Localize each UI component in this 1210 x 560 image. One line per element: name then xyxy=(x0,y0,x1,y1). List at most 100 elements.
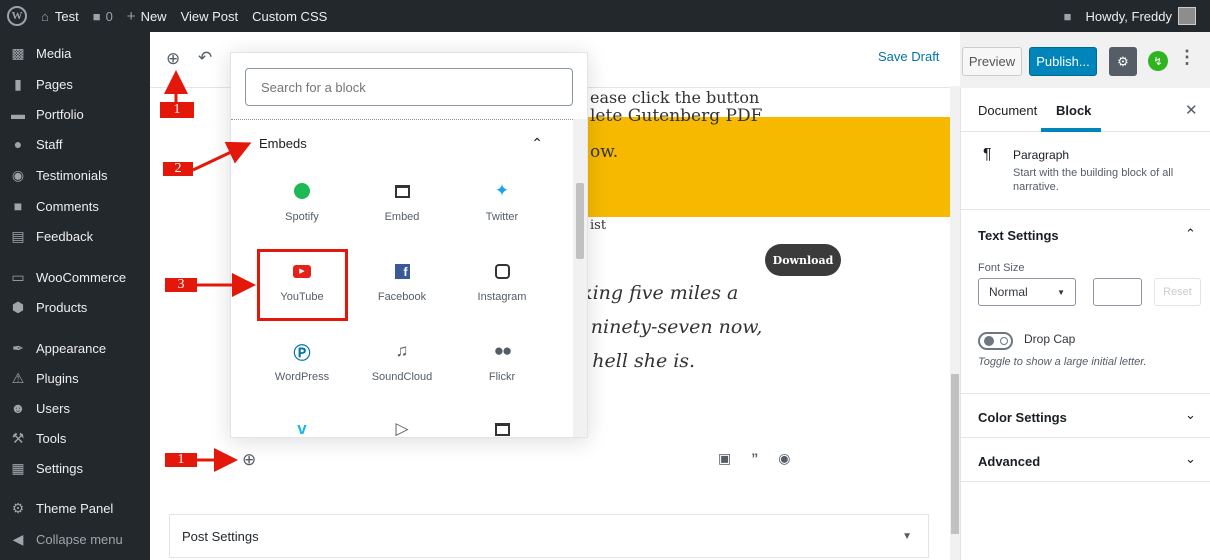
sidebar-item-label: Portfolio xyxy=(36,106,84,122)
sidebar-item-plugins[interactable]: ⚠ Plugins xyxy=(0,363,150,393)
block-soundcloud[interactable]: ♫ SoundCloud xyxy=(356,326,448,398)
comments-link[interactable]: ■ 0 xyxy=(86,0,120,32)
sidebar-item-products[interactable]: ⬢ Products xyxy=(0,292,150,322)
wp-logo-menu[interactable]: W xyxy=(0,0,34,32)
inserter-scroll-thumb[interactable] xyxy=(576,183,584,259)
notes-link[interactable]: ■ xyxy=(1057,0,1079,32)
site-name-link[interactable]: ⌂ Test xyxy=(34,0,86,32)
block-vimeo-partial[interactable]: v xyxy=(256,398,348,437)
quote-text: s ninety-seven now, xyxy=(575,316,763,338)
chevron-up-icon[interactable]: ⌃ xyxy=(1185,226,1196,242)
sidebar-item-label: Comments xyxy=(36,198,99,214)
block-video-partial[interactable]: ▷ xyxy=(356,398,448,437)
block-flickr[interactable]: ●● Flickr xyxy=(456,326,548,398)
paragraph-text: ease click the button xyxy=(590,88,760,107)
color-settings-section[interactable]: Color Settings ⌄ xyxy=(961,394,1210,438)
wordpress-icon: Ⓟ xyxy=(293,343,311,363)
spotify-icon xyxy=(294,181,310,201)
font-size-select[interactable]: Normal ▼ xyxy=(978,278,1076,306)
block-instagram[interactable]: Instagram xyxy=(456,246,548,318)
highlight-paragraph-block[interactable] xyxy=(570,117,957,217)
text-settings-toggle[interactable]: Text Settings xyxy=(978,228,1059,243)
flickr-icon: ●● xyxy=(493,341,512,360)
reset-button[interactable]: Reset xyxy=(1154,278,1201,306)
feedback-icon: ▤ xyxy=(11,227,25,244)
new-content-link[interactable]: + New xyxy=(120,0,174,32)
block-facebook[interactable]: f Facebook xyxy=(356,246,448,318)
save-draft-button[interactable]: Save Draft xyxy=(878,49,939,64)
comments-count: 0 xyxy=(105,8,113,24)
jetpack-icon[interactable]: ↯ xyxy=(1148,51,1168,71)
search-field-wrapper xyxy=(245,68,573,106)
sidebar-item-woocommerce[interactable]: ▭ WooCommerce xyxy=(0,262,150,292)
color-settings-label: Color Settings xyxy=(978,410,1067,425)
plus-icon: + xyxy=(126,7,136,25)
inserter-scrollbar[interactable] xyxy=(573,119,587,437)
sidebar-item-pages[interactable]: ▮ Pages xyxy=(0,69,150,99)
undo-icon[interactable]: ↶ xyxy=(198,48,212,68)
add-block-icon[interactable]: ⊕ xyxy=(166,49,180,69)
editor-scrollbar[interactable] xyxy=(950,86,960,560)
account-menu[interactable]: Howdy, Freddy xyxy=(1079,0,1210,32)
woocommerce-icon: ▭ xyxy=(11,268,25,285)
block-card: ¶ Paragraph Start with the building bloc… xyxy=(961,132,1210,210)
block-spotify[interactable]: Spotify xyxy=(256,166,348,238)
collapse-menu-button[interactable]: ◀ Collapse menu xyxy=(0,524,150,554)
sidebar-item-comments[interactable]: ■ Comments xyxy=(0,191,150,221)
block-twitter[interactable]: ✦ Twitter xyxy=(456,166,548,238)
editor-scroll-thumb[interactable] xyxy=(951,374,959,534)
block-embed-partial[interactable] xyxy=(456,398,548,437)
block-embed[interactable]: Embed xyxy=(356,166,448,238)
block-wordpress[interactable]: Ⓟ WordPress xyxy=(256,326,348,398)
sidebar-item-theme-panel[interactable]: ⚙ Theme Panel xyxy=(0,493,150,523)
youtube-highlight-box xyxy=(257,249,348,321)
add-block-inline-icon[interactable]: ⊕ xyxy=(242,450,256,470)
custom-css-link[interactable]: Custom CSS xyxy=(245,0,334,32)
settings-gear-icon[interactable]: ⚙ xyxy=(1109,47,1137,76)
sidebar-item-staff[interactable]: ● Staff xyxy=(0,129,150,159)
sidebar-item-label: Staff xyxy=(36,136,63,152)
sidebar-item-users[interactable]: ☻ Users xyxy=(0,393,150,423)
download-button[interactable]: Download xyxy=(765,244,841,276)
sidebar-item-feedback[interactable]: ▤ Feedback xyxy=(0,221,150,251)
sidebar-item-label: Media xyxy=(36,45,72,61)
chevron-down-icon: ⌄ xyxy=(1185,407,1196,422)
comments-icon: ■ xyxy=(13,198,23,214)
sidebar-item-settings[interactable]: ▦ Settings xyxy=(0,453,150,483)
plugins-icon: ⚠ xyxy=(11,369,25,386)
sidebar-item-label: Tools xyxy=(36,430,67,446)
step-3-callout: 3 xyxy=(165,277,197,292)
sidebar-item-appearance[interactable]: ✒ Appearance xyxy=(0,333,150,363)
block-search-input[interactable] xyxy=(246,69,572,105)
sidebar-item-portfolio[interactable]: ▬ Portfolio xyxy=(0,99,150,129)
block-label: Instagram xyxy=(477,291,527,303)
drop-cap-toggle[interactable] xyxy=(978,332,1013,350)
paragraph-icon: ¶ xyxy=(983,146,992,163)
sidebar-tabs: Document Block ✕ xyxy=(961,88,1210,132)
font-size-label: Font Size xyxy=(978,262,1025,274)
new-label: New xyxy=(140,8,167,24)
block-name: Paragraph xyxy=(1013,148,1070,162)
preview-button[interactable]: Preview xyxy=(962,47,1022,76)
sidebar-item-tools[interactable]: ⚒ Tools xyxy=(0,423,150,453)
sidebar-item-media[interactable]: ▩ Media xyxy=(0,38,150,68)
pages-icon: ▮ xyxy=(14,75,22,92)
post-settings-panel[interactable]: Post Settings ▼ xyxy=(169,514,929,558)
embeds-panel-toggle[interactable]: Embeds ⌃ xyxy=(231,120,571,166)
sidebar-item-testimonials[interactable]: ◉ Testimonials xyxy=(0,160,150,190)
tab-document[interactable]: Document xyxy=(978,103,1037,118)
sidebar-item-label: Testimonials xyxy=(36,167,108,183)
view-post-link[interactable]: View Post xyxy=(174,0,246,32)
advanced-section[interactable]: Advanced ⌄ xyxy=(961,438,1210,482)
quote-icon[interactable]: ” xyxy=(751,450,758,467)
spotify-embed-icon[interactable]: ◉ xyxy=(778,450,790,467)
publish-button[interactable]: Publish... xyxy=(1029,47,1097,76)
more-options-icon[interactable]: ⋮ xyxy=(1178,47,1196,68)
image-icon[interactable]: ▣ xyxy=(718,450,731,467)
block-label: Embed xyxy=(384,211,420,223)
close-icon[interactable]: ✕ xyxy=(1185,101,1198,119)
custom-font-size-input[interactable] xyxy=(1093,278,1142,306)
advanced-label: Advanced xyxy=(978,454,1041,469)
vimeo-icon: v xyxy=(297,419,307,437)
tab-block[interactable]: Block xyxy=(1056,103,1091,118)
